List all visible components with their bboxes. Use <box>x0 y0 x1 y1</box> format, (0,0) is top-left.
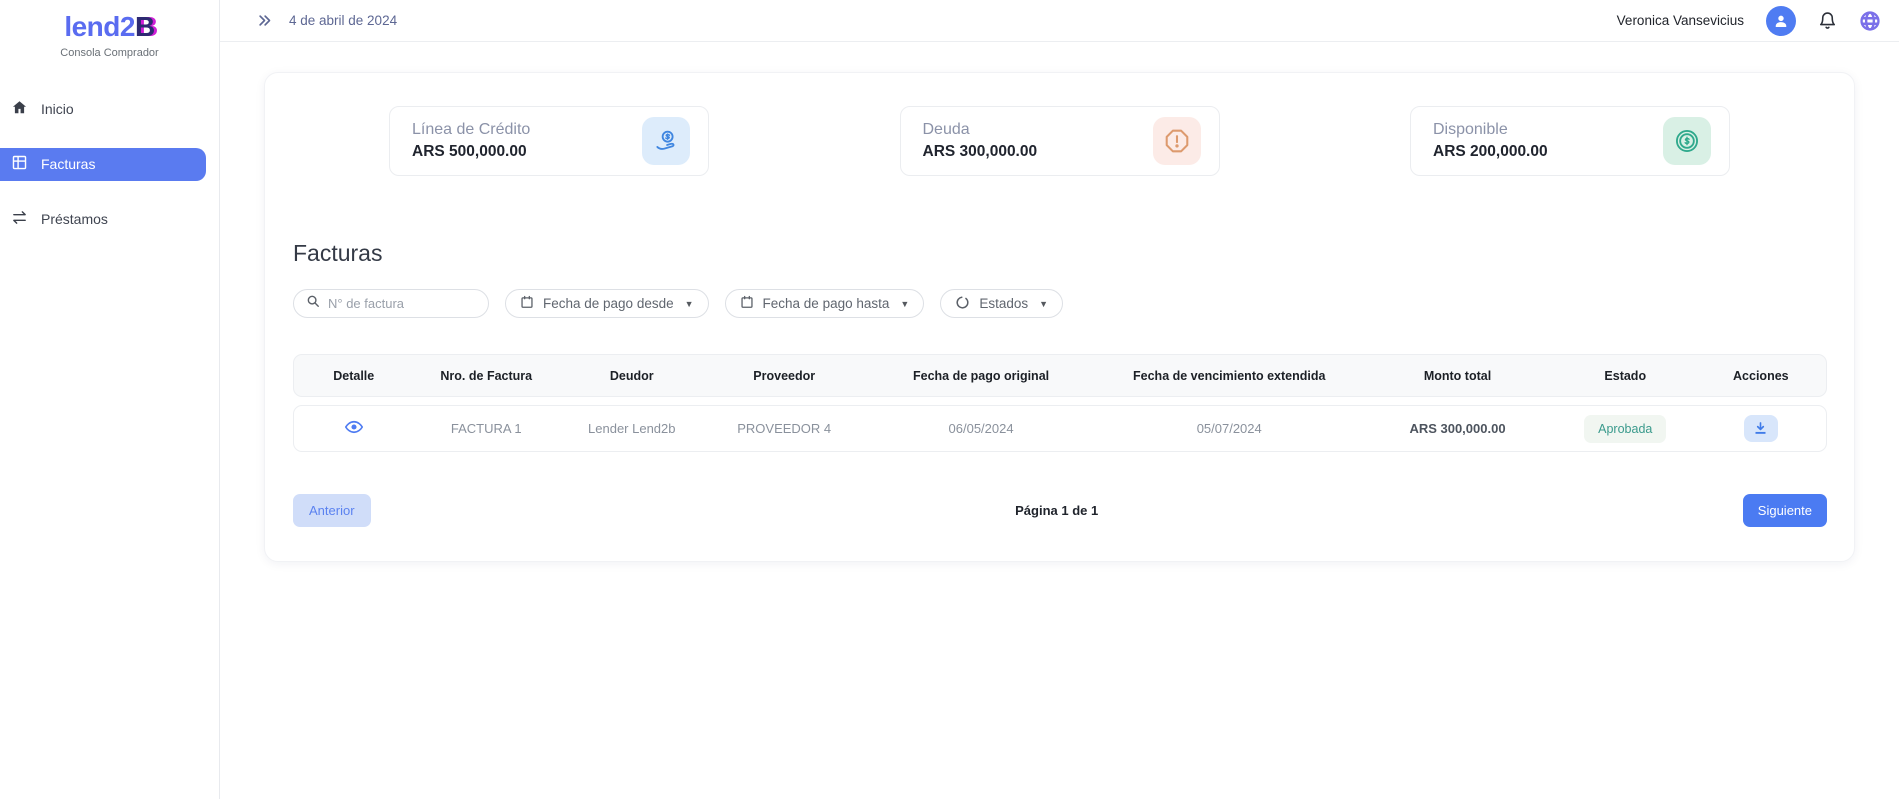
card-amount: ARS 500,000.00 <box>412 143 530 161</box>
col-header-nro-factura: Nro. de Factura <box>413 369 559 383</box>
status-circle-icon <box>955 295 970 313</box>
brand-logo: lend2B Consola Comprador <box>0 12 219 59</box>
notifications-bell-icon[interactable] <box>1818 11 1837 31</box>
main-area: 4 de abril de 2024 Veronica Vansevicius <box>220 0 1899 799</box>
chevron-down-icon: ▼ <box>685 299 694 309</box>
status-badge: Aprobada <box>1584 415 1666 443</box>
table-header-row: Detalle Nro. de Factura Deudor Proveedor… <box>293 354 1827 397</box>
coin-icon <box>1663 117 1711 165</box>
topbar: 4 de abril de 2024 Veronica Vansevicius <box>220 0 1899 42</box>
col-header-acciones: Acciones <box>1696 369 1826 383</box>
col-header-proveedor: Proveedor <box>705 369 864 383</box>
search-icon <box>306 294 320 313</box>
credit-line-card: Línea de Crédito ARS 500,000.00 <box>389 106 709 176</box>
col-header-fecha-vencimiento-extendida: Fecha de vencimiento extendida <box>1098 369 1360 383</box>
debt-card: Deuda ARS 300,000.00 <box>900 106 1220 176</box>
invoices-table: Detalle Nro. de Factura Deudor Proveedor… <box>293 354 1827 452</box>
filter-fecha-pago-desde[interactable]: Fecha de pago desde ▼ <box>505 289 709 318</box>
grid-icon <box>11 154 28 174</box>
sidebar-item-facturas[interactable]: Facturas <box>0 148 206 181</box>
logo-text-accent: B <box>135 11 155 42</box>
available-card: Disponible ARS 200,000.00 <box>1410 106 1730 176</box>
language-globe-icon[interactable] <box>1859 10 1881 32</box>
cell-original-payment-date: 06/05/2024 <box>864 421 1098 436</box>
brand-subtitle: Consola Comprador <box>0 47 219 59</box>
calendar-icon <box>740 295 754 312</box>
next-page-button[interactable]: Siguiente <box>1743 494 1827 527</box>
pagination: Anterior Página 1 de 1 Siguiente <box>293 494 1827 527</box>
invoices-title: Facturas <box>293 240 1854 267</box>
chevron-down-icon: ▼ <box>1039 299 1048 309</box>
card-amount: ARS 300,000.00 <box>923 143 1038 161</box>
chevron-down-icon: ▼ <box>900 299 909 309</box>
page-info: Página 1 de 1 <box>1015 503 1098 518</box>
alert-octagon-icon <box>1153 117 1201 165</box>
page-content: Línea de Crédito ARS 500,000.00 <box>220 42 1899 562</box>
filter-estados[interactable]: Estados ▼ <box>940 289 1063 318</box>
app-window: lend2B Consola Comprador Inicio <box>0 0 1899 799</box>
col-header-deudor: Deudor <box>559 369 705 383</box>
topbar-date: 4 de abril de 2024 <box>289 13 397 28</box>
dashboard-panel: Línea de Crédito ARS 500,000.00 <box>264 72 1855 562</box>
filter-label: Estados <box>979 296 1028 311</box>
card-title: Disponible <box>1433 121 1548 139</box>
download-button[interactable] <box>1744 415 1778 442</box>
cell-debtor: Lender Lend2b <box>559 421 705 436</box>
filter-label: Fecha de pago hasta <box>763 296 890 311</box>
filter-row: Fecha de pago desde ▼ Fecha de pago hast… <box>293 289 1854 318</box>
cell-total-amount: ARS 300,000.00 <box>1360 421 1555 436</box>
previous-page-button[interactable]: Anterior <box>293 494 371 527</box>
collapse-sidebar-icon[interactable] <box>256 13 273 28</box>
cell-invoice-number: FACTURA 1 <box>413 421 559 436</box>
search-input[interactable] <box>328 296 468 311</box>
col-header-fecha-pago-original: Fecha de pago original <box>864 369 1098 383</box>
card-title: Deuda <box>923 121 1038 139</box>
card-title: Línea de Crédito <box>412 121 530 139</box>
sidebar: lend2B Consola Comprador Inicio <box>0 0 220 799</box>
invoice-search[interactable] <box>293 289 489 318</box>
sidebar-item-label: Facturas <box>41 156 95 172</box>
sidebar-item-prestamos[interactable]: Préstamos <box>0 203 219 236</box>
user-avatar[interactable] <box>1766 6 1796 36</box>
col-header-estado: Estado <box>1555 369 1696 383</box>
user-name: Veronica Vansevicius <box>1617 13 1744 28</box>
logo-text-primary: lend2 <box>64 11 135 42</box>
sidebar-nav: Inicio Facturas <box>0 93 219 256</box>
transfer-icon <box>11 209 28 229</box>
calendar-icon <box>520 295 534 312</box>
sidebar-item-label: Préstamos <box>41 211 108 227</box>
view-detail-eye-icon[interactable] <box>345 420 363 434</box>
hand-coin-icon <box>642 117 690 165</box>
col-header-detalle: Detalle <box>294 369 413 383</box>
cell-extended-due-date: 05/07/2024 <box>1098 421 1360 436</box>
summary-cards: Línea de Crédito ARS 500,000.00 <box>265 106 1854 176</box>
sidebar-item-inicio[interactable]: Inicio <box>0 93 219 126</box>
card-amount: ARS 200,000.00 <box>1433 143 1548 161</box>
cell-provider: PROVEEDOR 4 <box>705 421 864 436</box>
col-header-monto-total: Monto total <box>1360 369 1555 383</box>
filter-fecha-pago-hasta[interactable]: Fecha de pago hasta ▼ <box>725 289 925 318</box>
table-row: FACTURA 1 Lender Lend2b PROVEEDOR 4 06/0… <box>293 405 1827 452</box>
home-icon <box>11 99 28 119</box>
filter-label: Fecha de pago desde <box>543 296 674 311</box>
sidebar-item-label: Inicio <box>41 101 74 117</box>
